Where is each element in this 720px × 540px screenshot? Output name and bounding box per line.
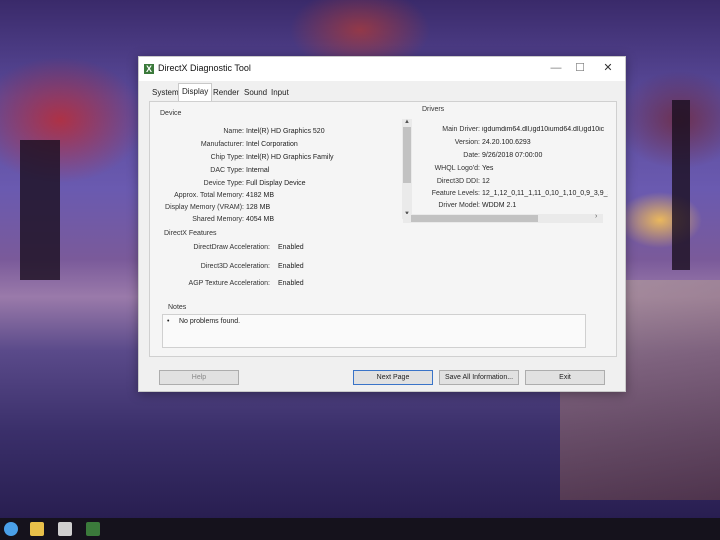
wallpaper-tree-left (20, 140, 60, 280)
whql-value: Yes (482, 165, 494, 172)
note-item: No problems found. (179, 318, 241, 325)
directx-app-icon: X (144, 64, 154, 74)
feature-levels-label: Feature Levels: (431, 190, 480, 197)
dac-type-value: Internal (246, 167, 270, 174)
manufacturer-label: Manufacturer: (200, 141, 244, 148)
directx-icon[interactable] (86, 522, 100, 536)
device-name-label: Name: (223, 128, 244, 135)
next-page-button[interactable]: Next Page (353, 370, 433, 385)
tab-input[interactable]: Input (268, 85, 292, 100)
main-driver-label: Main Driver: (442, 126, 480, 133)
display-panel: Device Name: Intel(R) HD Graphics 520 Ma… (149, 101, 617, 357)
drivers-horizontal-scrollbar[interactable]: › (403, 213, 603, 223)
tab-display[interactable]: Display (178, 83, 213, 101)
agp-texture-value: Enabled (278, 280, 304, 287)
tab-sound[interactable]: Sound (241, 85, 270, 100)
scroll-thumb[interactable] (411, 215, 538, 222)
agp-texture-label: AGP Texture Acceleration: (188, 280, 270, 287)
direct3d-value: Enabled (278, 263, 304, 270)
drivers-heading: Drivers (422, 106, 445, 113)
version-value: 24.20.100.6293 (482, 139, 531, 146)
help-button[interactable]: Help (159, 370, 239, 385)
dxdiag-window: X DirectX Diagnostic Tool — ☐ ✕ System D… (138, 56, 626, 392)
exit-button[interactable]: Exit (525, 370, 605, 385)
dac-type-label: DAC Type: (210, 167, 244, 174)
taskbar (0, 518, 720, 540)
direct3d-label: Direct3D Acceleration: (200, 263, 270, 270)
feature-levels-value: 12_1,12_0,11_1,11_0,10_1,10_0,9_3,9_2 (482, 190, 608, 197)
manufacturer-value: Intel Corporation (246, 141, 298, 148)
notes-heading: Notes (168, 304, 187, 311)
vram-label: Display Memory (VRAM): (165, 204, 244, 211)
version-label: Version: (454, 139, 480, 146)
device-type-label: Device Type: (203, 180, 244, 187)
date-value: 9/26/2018 07:00:00 (482, 152, 543, 159)
maximize-button[interactable]: ☐ (567, 59, 593, 77)
driver-model-label: Driver Model: (438, 202, 480, 209)
directx-features-heading: DirectX Features (164, 230, 217, 237)
minimize-button[interactable]: — (543, 59, 569, 77)
close-button[interactable]: ✕ (595, 59, 621, 77)
scroll-up-arrow-icon[interactable]: ▲ (402, 119, 412, 125)
device-name-value: Intel(R) HD Graphics 520 (246, 128, 325, 135)
chip-type-value: Intel(R) HD Graphics Family (246, 154, 334, 161)
shared-memory-label: Shared Memory: (192, 216, 244, 223)
device-heading: Device (160, 110, 182, 117)
window-title: DirectX Diagnostic Tool (158, 63, 251, 73)
total-memory-value: 4182 MB (246, 192, 275, 199)
note-bullet: • (167, 318, 170, 325)
tab-render[interactable]: Render (210, 85, 242, 100)
wallpaper-tree-right (672, 100, 690, 270)
save-all-information-button[interactable]: Save All Information... (439, 370, 519, 385)
vram-value: 128 MB (246, 204, 271, 211)
driver-model-value: WDDM 2.1 (482, 202, 517, 209)
file-explorer-icon[interactable] (30, 522, 44, 536)
scroll-right-arrow-icon[interactable]: › (595, 213, 597, 220)
shared-memory-value: 4054 MB (246, 216, 275, 223)
total-memory-label: Approx. Total Memory: (174, 192, 244, 199)
ddi-label: Direct3D DDI: (436, 178, 480, 185)
chip-type-label: Chip Type: (210, 154, 244, 161)
date-label: Date: (463, 152, 480, 159)
directdraw-value: Enabled (278, 244, 304, 251)
store-icon[interactable] (58, 522, 72, 536)
directdraw-label: DirectDraw Acceleration: (193, 244, 270, 251)
device-type-value: Full Display Device (246, 180, 306, 187)
whql-label: WHQL Logo'd: (434, 165, 480, 172)
tab-system[interactable]: System (149, 85, 182, 100)
title-bar[interactable]: X DirectX Diagnostic Tool — ☐ ✕ (139, 57, 625, 81)
ddi-value: 12 (482, 178, 490, 185)
main-driver-value: igdumdim64.dll,igd10iumd64.dll,igd10ic (482, 126, 605, 133)
notes-box: • No problems found. (162, 314, 586, 348)
windows-start-icon[interactable] (4, 522, 18, 536)
